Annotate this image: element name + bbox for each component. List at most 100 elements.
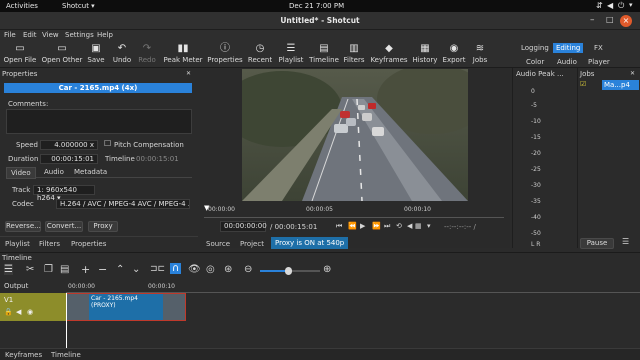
chevron-down-icon[interactable]: ▾ (629, 1, 633, 9)
layout-audio[interactable]: Audio (557, 58, 577, 66)
lock-icon[interactable]: 🔒 (4, 308, 13, 316)
menu-icon[interactable]: ☰ (4, 264, 13, 275)
menu-icon[interactable]: ☰ (622, 237, 629, 246)
close-icon[interactable]: × (620, 15, 632, 27)
play-icon[interactable]: ▶ (360, 222, 365, 230)
overwrite-icon[interactable]: ⌄ (132, 264, 140, 275)
peak-meter-button[interactable]: ▮▮ Peak Meter (162, 41, 204, 68)
tab-properties[interactable]: Properties (71, 240, 106, 248)
job-item[interactable]: Ma...p4 (602, 80, 639, 90)
tab-project[interactable]: Project (240, 240, 264, 248)
clock[interactable]: Dec 21 7:00 PM (289, 2, 344, 10)
activities-button[interactable]: Activities (6, 2, 38, 10)
layout-fx[interactable]: FX (594, 44, 603, 52)
codec-field[interactable]: H.264 / AVC / MPEG-4 AVC / MPEG-4 ... (56, 199, 190, 209)
minimize-icon[interactable]: – (590, 15, 595, 25)
scrub-icon[interactable]: 👁 (188, 264, 201, 275)
tab-keyframes[interactable]: Keyframes (5, 351, 42, 359)
skip-to-end-icon[interactable]: ⏭ (384, 222, 390, 231)
tab-timeline[interactable]: Timeline (51, 351, 81, 359)
close-icon[interactable]: ✕ (186, 70, 191, 77)
track-select[interactable]: 1: 960x540 h264 ▾ (33, 185, 95, 202)
jobs-button[interactable]: ≋ Jobs (469, 41, 491, 68)
tab-playlist[interactable]: Playlist (5, 240, 30, 248)
history-button[interactable]: ▦ History (411, 41, 439, 68)
network-icon[interactable]: ⇵ (596, 1, 603, 10)
grid-icon[interactable]: ▦ (415, 222, 422, 230)
layout-logging[interactable]: Logging (521, 44, 549, 52)
position-field[interactable]: 00:00:00:00 (220, 221, 267, 232)
cut-icon[interactable]: ✂ (26, 264, 34, 275)
speed-field[interactable]: 4.000000 x (40, 140, 98, 150)
recent-button[interactable]: ◷ Recent (246, 41, 274, 68)
tab-filters[interactable]: Filters (39, 240, 60, 248)
save-button[interactable]: ▣ Save (86, 41, 106, 68)
tab-video[interactable]: Video (6, 167, 36, 179)
tab-source[interactable]: Source (206, 240, 230, 248)
filters-button[interactable]: ▥ Filters (342, 41, 366, 68)
zoom-icon[interactable]: ▾ (427, 222, 431, 230)
eye-icon[interactable]: ◉ (27, 308, 33, 316)
duration-field[interactable]: 00:00:15:01 (40, 154, 98, 164)
timeline-ruler[interactable]: 00:00:00 00:00:10 (66, 281, 640, 293)
timeline-clip[interactable]: Car - 2165.mp4 (PROXY) (66, 293, 186, 321)
layout-color[interactable]: Color (526, 58, 544, 66)
keyframes-button[interactable]: ◆ Keyframes (369, 41, 409, 68)
lift-icon[interactable]: ⌃ (116, 264, 124, 275)
comments-field[interactable] (6, 109, 192, 134)
app-menu[interactable]: Shotcut ▾ (62, 2, 95, 10)
rewind-icon[interactable]: ⏪ (348, 222, 357, 230)
zoom-out-icon[interactable]: ⊖ (244, 264, 252, 275)
loop-icon[interactable]: ⟲ (396, 222, 402, 230)
open-file-button[interactable]: ▭ Open File (2, 41, 38, 68)
layout-player[interactable]: Player (588, 58, 610, 66)
paste-icon[interactable]: ▤ (60, 264, 69, 275)
add-icon[interactable]: + (81, 263, 90, 276)
zoom-slider[interactable] (260, 267, 320, 275)
ripple-icon[interactable]: ◎ (206, 264, 215, 275)
jobs-icon: ≋ (475, 43, 485, 54)
copy-icon[interactable]: ❐ (44, 264, 53, 275)
pause-button[interactable]: Pause (580, 238, 614, 249)
volume-icon[interactable]: ◀ (407, 222, 412, 230)
menu-help[interactable]: Help (97, 31, 113, 39)
open-other-button[interactable]: ▭ Open Other (40, 41, 84, 68)
track-header-v1[interactable]: V1 🔒 ◀ ◉ (0, 293, 66, 321)
ripple-all-icon[interactable]: ⊛ (224, 264, 232, 275)
convert-button[interactable]: Convert... (45, 221, 83, 232)
menu-view[interactable]: View (42, 31, 59, 39)
playhead-icon[interactable]: ▼ (204, 204, 209, 212)
mute-icon[interactable]: ◀ (16, 308, 21, 316)
split-icon[interactable]: ⊐⊏ (150, 264, 165, 274)
snap-icon[interactable]: ∩ (170, 263, 182, 274)
power-icon[interactable]: ⏻ (618, 1, 624, 11)
timeline-button[interactable]: ▤ Timeline (308, 41, 340, 68)
volume-icon[interactable]: ◀ (607, 1, 613, 10)
window-title-bar[interactable]: Untitled* - Shotcut – □ × (0, 12, 640, 30)
pitch-checkbox[interactable]: ☐ (104, 139, 111, 148)
menu-settings[interactable]: Settings (65, 31, 94, 39)
fast-forward-icon[interactable]: ⏩ (372, 222, 381, 230)
menu-file[interactable]: File (4, 31, 16, 39)
menu-edit[interactable]: Edit (23, 31, 37, 39)
tab-metadata[interactable]: Metadata (74, 168, 107, 176)
video-viewer[interactable] (242, 69, 468, 201)
zoom-slider-handle[interactable] (285, 267, 292, 275)
maximize-icon[interactable]: □ (606, 15, 614, 24)
player-ruler[interactable]: 00:00:00 00:00:05 00:00:10 ▼ (204, 204, 504, 218)
reverse-button[interactable]: Reverse... (5, 221, 41, 232)
undo-button[interactable]: ↶ Undo (110, 41, 134, 68)
properties-button[interactable]: ⓘ Properties (206, 41, 244, 68)
redo-button[interactable]: ↷ Redo (136, 41, 158, 68)
export-button[interactable]: ◉ Export (441, 41, 467, 68)
tab-audio[interactable]: Audio (44, 168, 64, 176)
timeline-playhead[interactable] (66, 293, 67, 349)
close-icon[interactable]: ✕ (630, 70, 635, 77)
proxy-button[interactable]: Proxy (88, 221, 118, 232)
remove-icon[interactable]: − (98, 263, 107, 276)
proxy-status-tab[interactable]: Proxy is ON at 540p (271, 237, 349, 249)
skip-to-start-icon[interactable]: ⏮ (336, 222, 342, 231)
zoom-in-icon[interactable]: ⊕ (323, 264, 331, 275)
layout-editing[interactable]: Editing (553, 43, 584, 53)
playlist-button[interactable]: ☰ Playlist (276, 41, 306, 68)
